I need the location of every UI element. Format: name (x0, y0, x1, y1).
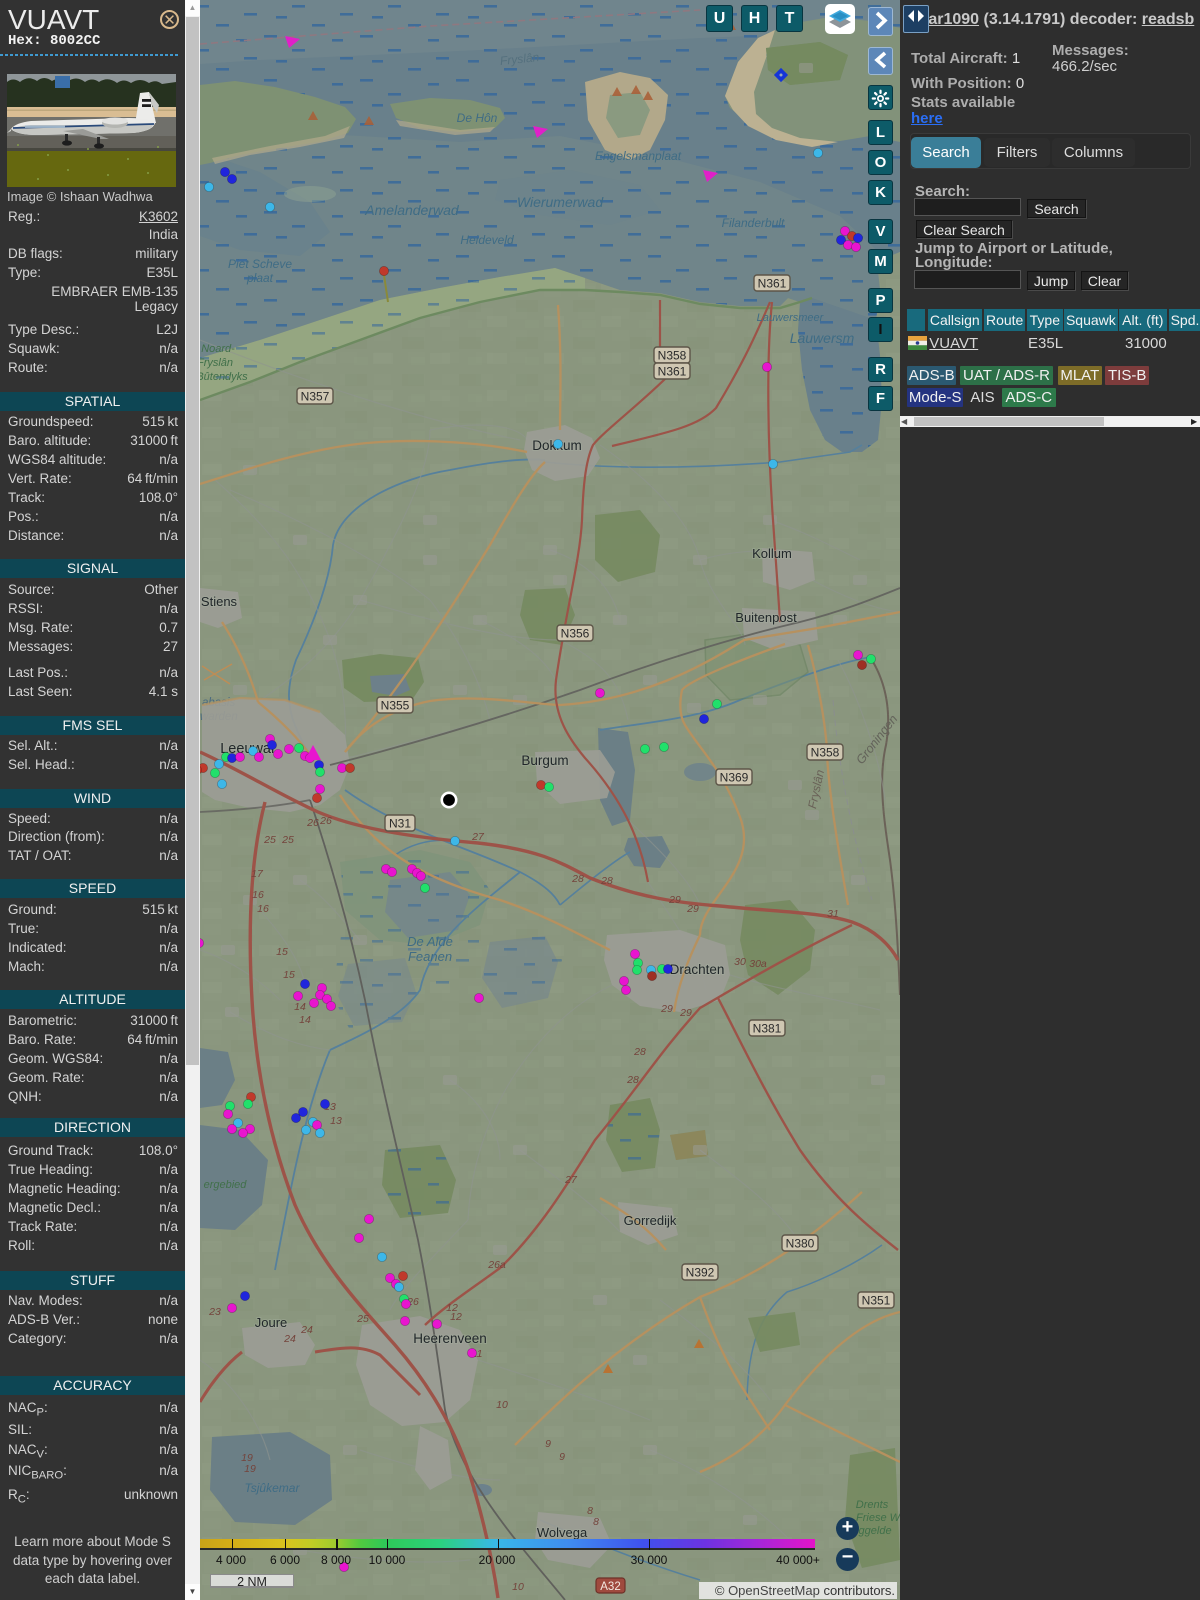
svg-text:15: 15 (276, 946, 288, 958)
svg-text:Amelanderwad: Amelanderwad (364, 202, 460, 218)
svg-text:N361: N361 (758, 277, 787, 291)
svg-text:Fryslân: Fryslân (200, 357, 233, 369)
svg-text:28: 28 (633, 1046, 646, 1058)
svg-text:16: 16 (252, 889, 264, 901)
svg-text:De Hôn: De Hôn (457, 111, 498, 125)
svg-text:30: 30 (734, 956, 746, 968)
svg-text:26: 26 (319, 815, 332, 827)
svg-text:De Alde: De Alde (407, 934, 453, 949)
svg-text:Bûtendyks: Bûtendyks (200, 371, 248, 383)
svg-text:Burgum: Burgum (521, 753, 568, 768)
svg-text:29: 29 (660, 1003, 673, 1015)
svg-text:N31: N31 (389, 817, 411, 831)
svg-text:28: 28 (626, 1074, 639, 1086)
svg-text:Lauwersmeer: Lauwersmeer (757, 312, 825, 324)
svg-text:Heerenveen: Heerenveen (413, 1331, 487, 1346)
svg-text:N392: N392 (686, 1266, 715, 1280)
svg-text:17: 17 (251, 868, 264, 880)
svg-text:19: 19 (244, 1463, 256, 1475)
svg-text:Lauwersm: Lauwersm (790, 330, 855, 346)
svg-text:Friese W: Friese W (856, 1512, 900, 1524)
svg-text:N355: N355 (381, 699, 410, 713)
svg-text:29: 29 (679, 1007, 692, 1019)
svg-text:A32: A32 (600, 1581, 620, 1593)
svg-text:Filanderbult: Filanderbult (722, 216, 785, 230)
svg-text:24: 24 (300, 1324, 313, 1336)
svg-text:Joure: Joure (255, 1315, 288, 1330)
svg-text:28: 28 (600, 875, 613, 887)
svg-text:N369: N369 (720, 771, 749, 785)
svg-text:31: 31 (827, 908, 839, 920)
svg-text:29: 29 (668, 894, 681, 906)
svg-text:N357: N357 (301, 390, 330, 404)
svg-text:27: 27 (564, 1174, 578, 1186)
svg-text:Feanen: Feanen (408, 949, 452, 964)
svg-text:14: 14 (294, 1001, 306, 1013)
svg-text:12: 12 (450, 1311, 462, 1323)
svg-text:Noard-: Noard- (201, 343, 235, 355)
svg-text:9: 9 (559, 1451, 565, 1463)
svg-text:10: 10 (496, 1399, 508, 1411)
svg-text:ergebied: ergebied (204, 1179, 248, 1191)
svg-text:Stiens: Stiens (201, 594, 238, 609)
svg-text:25: 25 (263, 834, 276, 846)
svg-text:23: 23 (208, 1306, 221, 1318)
svg-text:28: 28 (571, 873, 584, 885)
svg-text:30a: 30a (749, 958, 767, 970)
svg-text:plaat: plaat (246, 271, 274, 285)
svg-text:Kollum: Kollum (752, 546, 792, 561)
svg-text:10: 10 (512, 1581, 524, 1593)
svg-text:25: 25 (356, 1313, 369, 1325)
svg-text:16: 16 (257, 903, 269, 915)
svg-text:Buitenpost: Buitenpost (735, 610, 797, 625)
svg-text:Engelsmanplaat: Engelsmanplaat (595, 149, 682, 163)
svg-text:Drents: Drents (856, 1499, 889, 1511)
svg-text:15: 15 (283, 969, 295, 981)
svg-text:26a: 26a (487, 1259, 506, 1271)
svg-text:Piet Scheve: Piet Scheve (228, 257, 292, 271)
svg-text:14: 14 (299, 1014, 311, 1026)
svg-text:N358: N358 (658, 349, 687, 363)
svg-text:Tsjûkemar: Tsjûkemar (245, 1481, 301, 1495)
svg-text:N358: N358 (811, 746, 840, 760)
svg-text:27: 27 (471, 831, 485, 843)
svg-text:N356: N356 (561, 627, 590, 641)
svg-text:Drachten: Drachten (670, 962, 725, 977)
svg-text:N380: N380 (786, 1237, 815, 1251)
svg-text:N351: N351 (862, 1294, 891, 1308)
svg-text:25: 25 (281, 834, 294, 846)
svg-text:Wolvega: Wolvega (537, 1525, 588, 1540)
svg-text:Heideveld: Heideveld (460, 233, 514, 247)
svg-text:N361: N361 (658, 365, 687, 379)
svg-text:24: 24 (283, 1333, 296, 1345)
svg-text:N381: N381 (753, 1022, 782, 1036)
svg-text:9: 9 (545, 1438, 551, 1450)
svg-text:29: 29 (686, 903, 699, 915)
svg-text:Wierumerwad: Wierumerwad (517, 194, 604, 210)
svg-text:13: 13 (330, 1115, 342, 1127)
svg-text:26: 26 (306, 817, 319, 829)
svg-text:8: 8 (593, 1516, 599, 1528)
svg-text:Gorredijk: Gorredijk (624, 1213, 677, 1228)
